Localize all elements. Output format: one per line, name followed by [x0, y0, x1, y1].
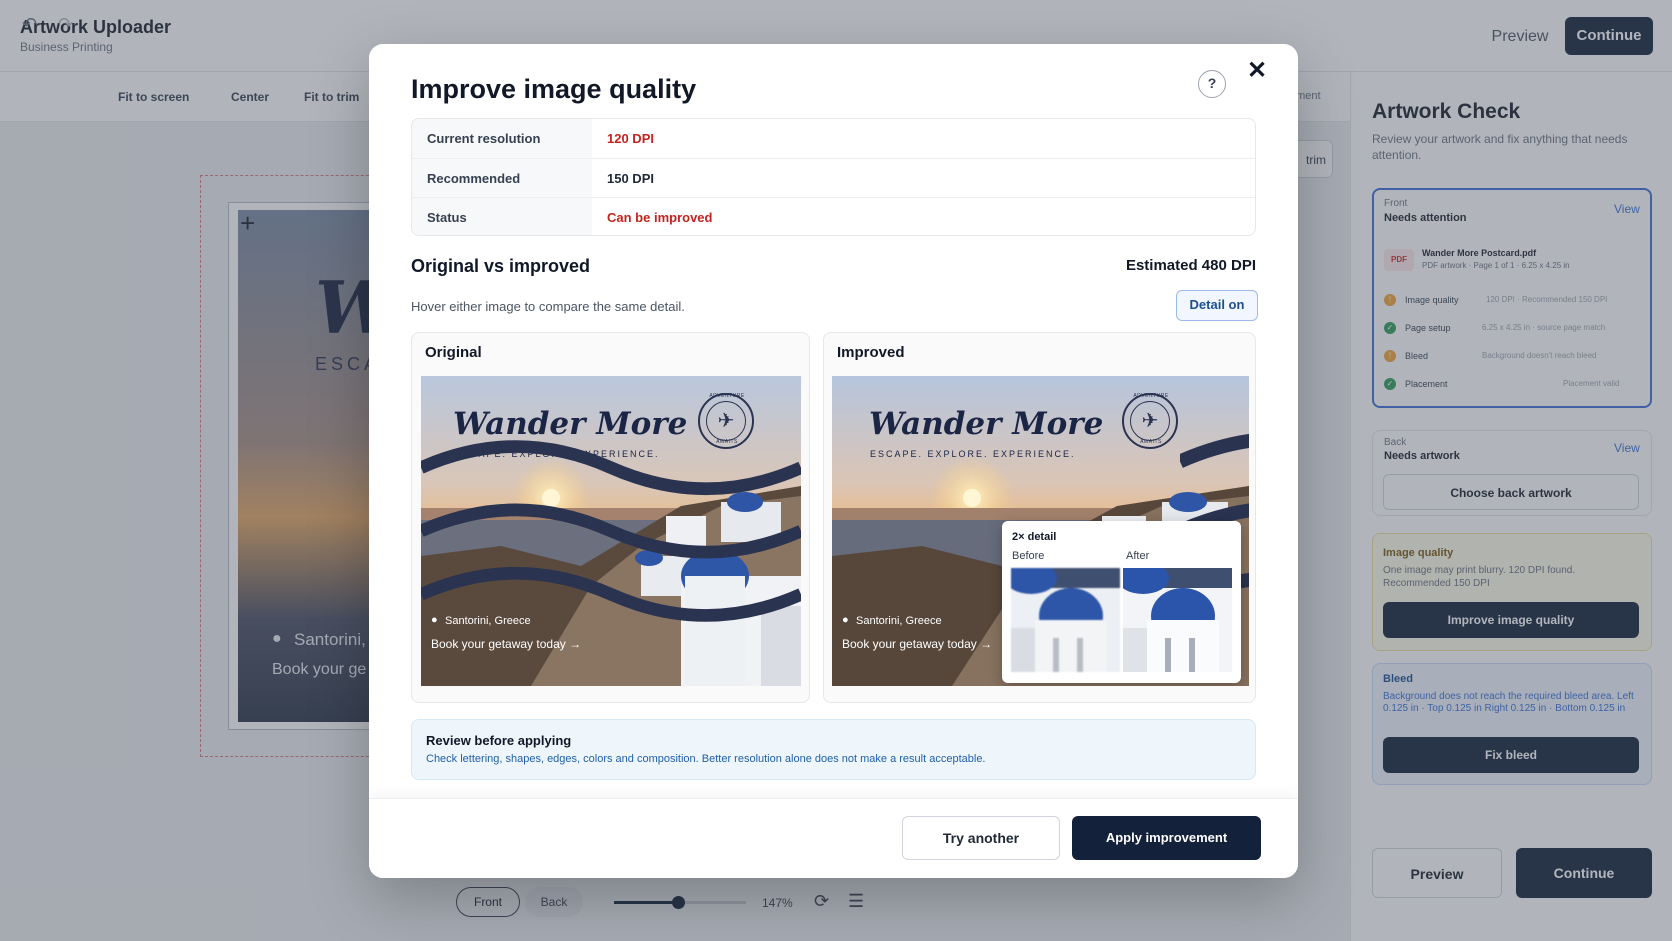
improved-label: Improved [837, 344, 905, 361]
table-row: Current resolution 120 DPI [412, 119, 1255, 158]
dome-detail [1123, 568, 1232, 672]
detail-magnifier-popover: 2× detail Before After [1002, 521, 1241, 683]
status-value: Can be improved [607, 210, 713, 225]
comparison-hint: Hover either image to compare the same d… [411, 299, 685, 314]
improve-image-quality-dialog: Improve image quality ? ✕ Current resolu… [369, 44, 1298, 878]
row-label: Recommended [412, 159, 592, 198]
estimated-dpi: Estimated 480 DPI [1125, 257, 1256, 274]
review-title: Review before applying [426, 733, 572, 748]
photo-book-line: Book your getaway today → [431, 637, 582, 651]
review-text: Check lettering, shapes, edges, colors a… [426, 753, 986, 765]
detail-before-label: Before [1012, 550, 1045, 562]
photo-tagline: ESCAPE. EXPLORE. EXPERIENCE. [870, 449, 1076, 459]
dialog-footer: Try another Apply improvement [369, 798, 1298, 878]
recommended-value: 150 DPI [607, 171, 654, 186]
apply-improvement-button[interactable]: Apply improvement [1072, 816, 1261, 860]
photo-location: Santorini, Greece [445, 615, 531, 627]
original-image[interactable]: Wander More ESCAPE. EXPLORE. EXPERIENCE.… [421, 376, 801, 686]
current-resolution-value: 120 DPI [607, 131, 654, 146]
photo-book-line: Book your getaway today → [842, 637, 993, 651]
dome-detail [1011, 568, 1120, 672]
detail-before-image [1011, 568, 1120, 672]
improved-preview-panel: Improved Wander More ESCAPE. EXPLORE. EX… [823, 332, 1256, 703]
detail-after-image [1123, 568, 1232, 672]
help-icon[interactable]: ? [1198, 70, 1226, 98]
detail-after-label: After [1126, 550, 1150, 562]
comparison-title: Original vs improved [411, 256, 591, 276]
improved-image[interactable]: Wander More ESCAPE. EXPLORE. EXPERIENCE.… [832, 376, 1249, 686]
row-label: Current resolution [412, 119, 592, 158]
resolution-table: Current resolution 120 DPI Recommended 1… [411, 118, 1256, 236]
adventure-stamp: ADVENTURE ✈ AWAITS [1122, 393, 1178, 449]
original-preview-panel: Original Wander More ESCAPE. EXPLORE. EX… [411, 332, 810, 703]
photo-title: Wander More [869, 406, 1104, 442]
close-icon[interactable]: ✕ [1245, 56, 1269, 86]
dialog-title: Improve image quality [411, 74, 697, 104]
location-pin-icon: ● [431, 614, 438, 626]
photo-location: Santorini, Greece [856, 615, 942, 627]
table-row: Recommended 150 DPI [412, 158, 1255, 198]
detail-title: 2× detail [1012, 531, 1057, 543]
stamp-top-text: ADVENTURE [1133, 393, 1169, 399]
airplane-icon: ✈ [1130, 401, 1170, 441]
original-label: Original [425, 344, 482, 361]
detail-toggle-button[interactable]: Detail on [1176, 290, 1258, 321]
location-pin-icon: ● [842, 614, 849, 626]
row-label: Status [412, 198, 592, 235]
review-notice: Review before applying Check lettering, … [411, 719, 1256, 780]
try-another-button[interactable]: Try another [902, 816, 1060, 860]
stamp-bottom-text: AWAITS [1140, 439, 1162, 445]
table-row: Status Can be improved [412, 197, 1255, 235]
